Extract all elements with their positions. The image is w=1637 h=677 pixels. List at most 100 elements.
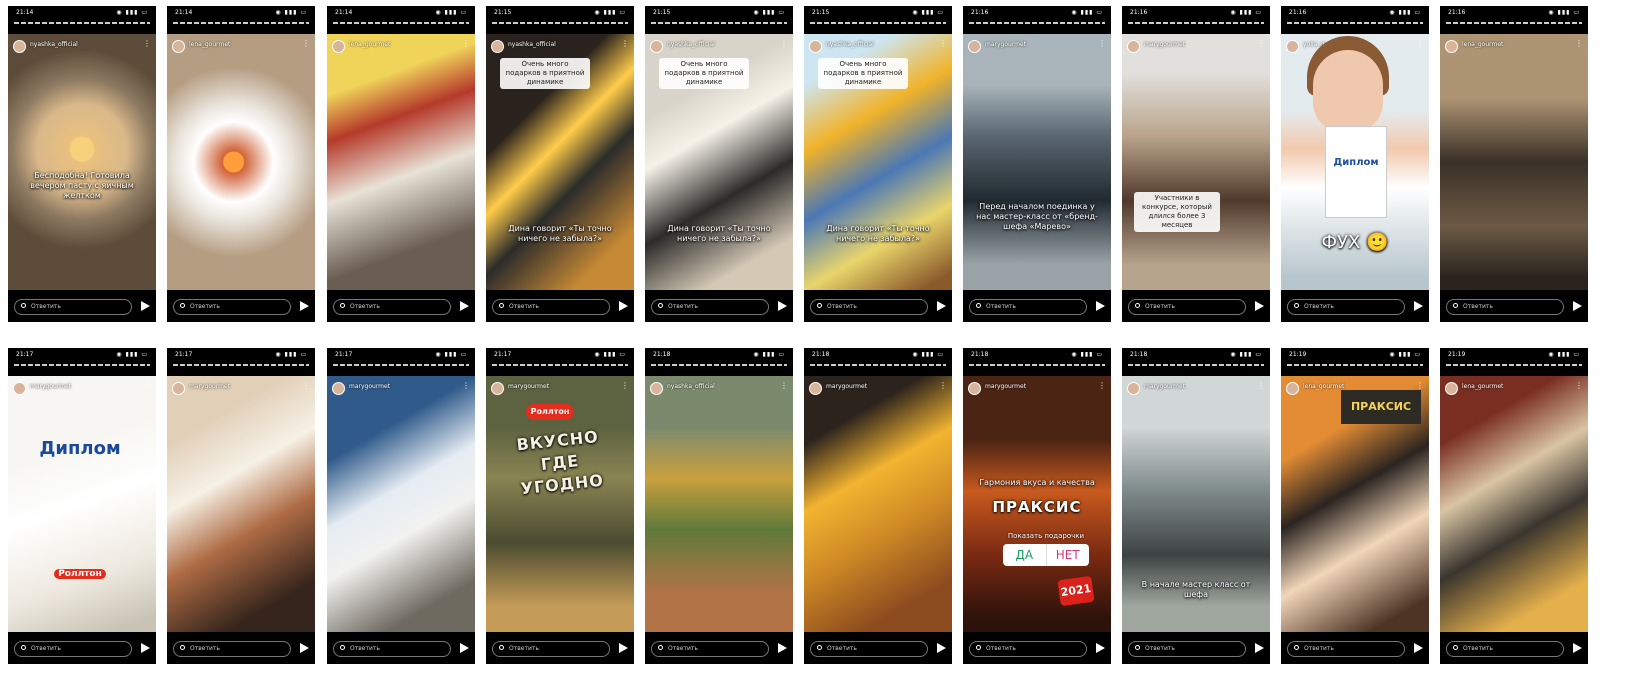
more-icon[interactable]: ⋮: [939, 382, 947, 390]
reply-input[interactable]: Ответить: [1287, 299, 1405, 315]
story-card[interactable]: 21:16 ◉ ▮▮▮ ▭ yulia_gr ⋮ Диплом ФУХ 🙂 Ответить: [1281, 6, 1429, 322]
send-icon[interactable]: [1255, 301, 1264, 311]
send-icon[interactable]: [141, 301, 150, 311]
username[interactable]: lena_gourmet: [349, 41, 390, 48]
username[interactable]: nyashka_official: [667, 383, 715, 390]
more-icon[interactable]: ⋮: [302, 382, 310, 390]
avatar[interactable]: [650, 382, 663, 395]
reply-input[interactable]: Ответить: [1128, 641, 1246, 657]
send-icon[interactable]: [619, 643, 628, 653]
avatar[interactable]: [1445, 40, 1458, 53]
avatar[interactable]: [491, 40, 504, 53]
camera-icon[interactable]: [1453, 645, 1458, 650]
story-card[interactable]: 21:17 ◉ ▮▮▮ ▭ marygourmet ⋮ Диплом Роллтон Отв…: [8, 348, 156, 664]
send-icon[interactable]: [300, 643, 309, 653]
username[interactable]: lena_gourmet: [189, 41, 230, 48]
camera-icon[interactable]: [499, 303, 504, 308]
reply-input[interactable]: Ответить: [1446, 299, 1564, 315]
avatar[interactable]: [1286, 382, 1299, 395]
reply-input[interactable]: Ответить: [173, 641, 291, 657]
story-card[interactable]: 21:15 ◉ ▮▮▮ ▭ nyashka_official ⋮ Очень много…: [804, 6, 952, 322]
send-icon[interactable]: [1096, 301, 1105, 311]
reply-input[interactable]: Ответить: [651, 641, 769, 657]
reply-input[interactable]: Ответить: [14, 641, 132, 657]
camera-icon[interactable]: [180, 645, 185, 650]
send-icon[interactable]: [937, 643, 946, 653]
send-icon[interactable]: [1096, 643, 1105, 653]
story-card[interactable]: 21:16 ◉ ▮▮▮ ▭ lena_gourmet ⋮ Ответить: [1440, 6, 1588, 322]
username[interactable]: lena_gourmet: [1462, 41, 1503, 48]
username[interactable]: marygourmet: [1144, 41, 1185, 48]
story-card[interactable]: 21:18 ◉ ▮▮▮ ▭ marygourmet ⋮ Гармония вкуса и…: [963, 348, 1111, 664]
avatar[interactable]: [13, 40, 26, 53]
send-icon[interactable]: [778, 301, 787, 311]
camera-icon[interactable]: [976, 645, 981, 650]
more-icon[interactable]: ⋮: [302, 40, 310, 48]
story-card[interactable]: 21:14 ◉ ▮▮▮ ▭ lena_gourmet ⋮ Ответить: [327, 6, 475, 322]
reply-input[interactable]: Ответить: [651, 299, 769, 315]
avatar[interactable]: [332, 382, 345, 395]
avatar[interactable]: [809, 382, 822, 395]
avatar[interactable]: [1286, 40, 1299, 53]
story-card[interactable]: 21:17 ◉ ▮▮▮ ▭ marygourmet ⋮ ВКУСНО ГДЕ УГОДН…: [486, 348, 634, 664]
reply-input[interactable]: Ответить: [14, 299, 132, 315]
more-icon[interactable]: ⋮: [462, 40, 470, 48]
more-icon[interactable]: ⋮: [780, 382, 788, 390]
story-card[interactable]: 21:18 ◉ ▮▮▮ ▭ marygourmet ⋮ В начале мастер …: [1122, 348, 1270, 664]
camera-icon[interactable]: [658, 303, 663, 308]
username[interactable]: lena_gourmet: [1303, 383, 1344, 390]
avatar[interactable]: [650, 40, 663, 53]
avatar[interactable]: [809, 40, 822, 53]
username[interactable]: nyashka_official: [667, 41, 715, 48]
more-icon[interactable]: ⋮: [780, 40, 788, 48]
story-card[interactable]: 21:14 ◉ ▮▮▮ ▭ nyashka_official ⋮ Бесподобна!…: [8, 6, 156, 322]
camera-icon[interactable]: [21, 645, 26, 650]
username[interactable]: marygourmet: [826, 383, 867, 390]
avatar[interactable]: [1445, 382, 1458, 395]
story-card[interactable]: 21:17 ◉ ▮▮▮ ▭ marygourmet ⋮ Ответить: [327, 348, 475, 664]
more-icon[interactable]: ⋮: [1416, 40, 1424, 48]
camera-icon[interactable]: [1294, 303, 1299, 308]
send-icon[interactable]: [300, 301, 309, 311]
reply-input[interactable]: Ответить: [492, 299, 610, 315]
more-icon[interactable]: ⋮: [1575, 382, 1583, 390]
story-card[interactable]: 21:18 ◉ ▮▮▮ ▭ marygourmet ⋮ Ответить: [804, 348, 952, 664]
avatar[interactable]: [172, 382, 185, 395]
more-icon[interactable]: ⋮: [1257, 382, 1265, 390]
more-icon[interactable]: ⋮: [1098, 40, 1106, 48]
reply-input[interactable]: Ответить: [492, 641, 610, 657]
camera-icon[interactable]: [1135, 645, 1140, 650]
poll-yes-button[interactable]: ДА: [1003, 544, 1047, 566]
username[interactable]: marygourmet: [189, 383, 230, 390]
avatar[interactable]: [968, 40, 981, 53]
avatar[interactable]: [172, 40, 185, 53]
avatar[interactable]: [332, 40, 345, 53]
camera-icon[interactable]: [340, 303, 345, 308]
more-icon[interactable]: ⋮: [1416, 382, 1424, 390]
username[interactable]: marygourmet: [349, 383, 390, 390]
username[interactable]: marygourmet: [508, 383, 549, 390]
send-icon[interactable]: [778, 643, 787, 653]
more-icon[interactable]: ⋮: [462, 382, 470, 390]
username[interactable]: nyashka_official: [508, 41, 556, 48]
story-card[interactable]: 21:19 ◉ ▮▮▮ ▭ lena_gourmet ⋮ ПРАКСИС Ответить: [1281, 348, 1429, 664]
avatar[interactable]: [968, 382, 981, 395]
poll-no-button[interactable]: НЕТ: [1047, 544, 1090, 566]
story-card[interactable]: 21:17 ◉ ▮▮▮ ▭ marygourmet ⋮ Ответить: [167, 348, 315, 664]
username[interactable]: marygourmet: [30, 383, 71, 390]
send-icon[interactable]: [460, 643, 469, 653]
avatar[interactable]: [491, 382, 504, 395]
more-icon[interactable]: ⋮: [1257, 40, 1265, 48]
camera-icon[interactable]: [1135, 303, 1140, 308]
username[interactable]: lena_gourmet: [1462, 383, 1503, 390]
camera-icon[interactable]: [499, 645, 504, 650]
send-icon[interactable]: [1255, 643, 1264, 653]
reply-input[interactable]: Ответить: [333, 641, 451, 657]
camera-icon[interactable]: [976, 303, 981, 308]
camera-icon[interactable]: [340, 645, 345, 650]
username[interactable]: marygourmet: [985, 41, 1026, 48]
send-icon[interactable]: [1573, 643, 1582, 653]
avatar[interactable]: [1127, 40, 1140, 53]
camera-icon[interactable]: [658, 645, 663, 650]
reply-input[interactable]: Ответить: [333, 299, 451, 315]
